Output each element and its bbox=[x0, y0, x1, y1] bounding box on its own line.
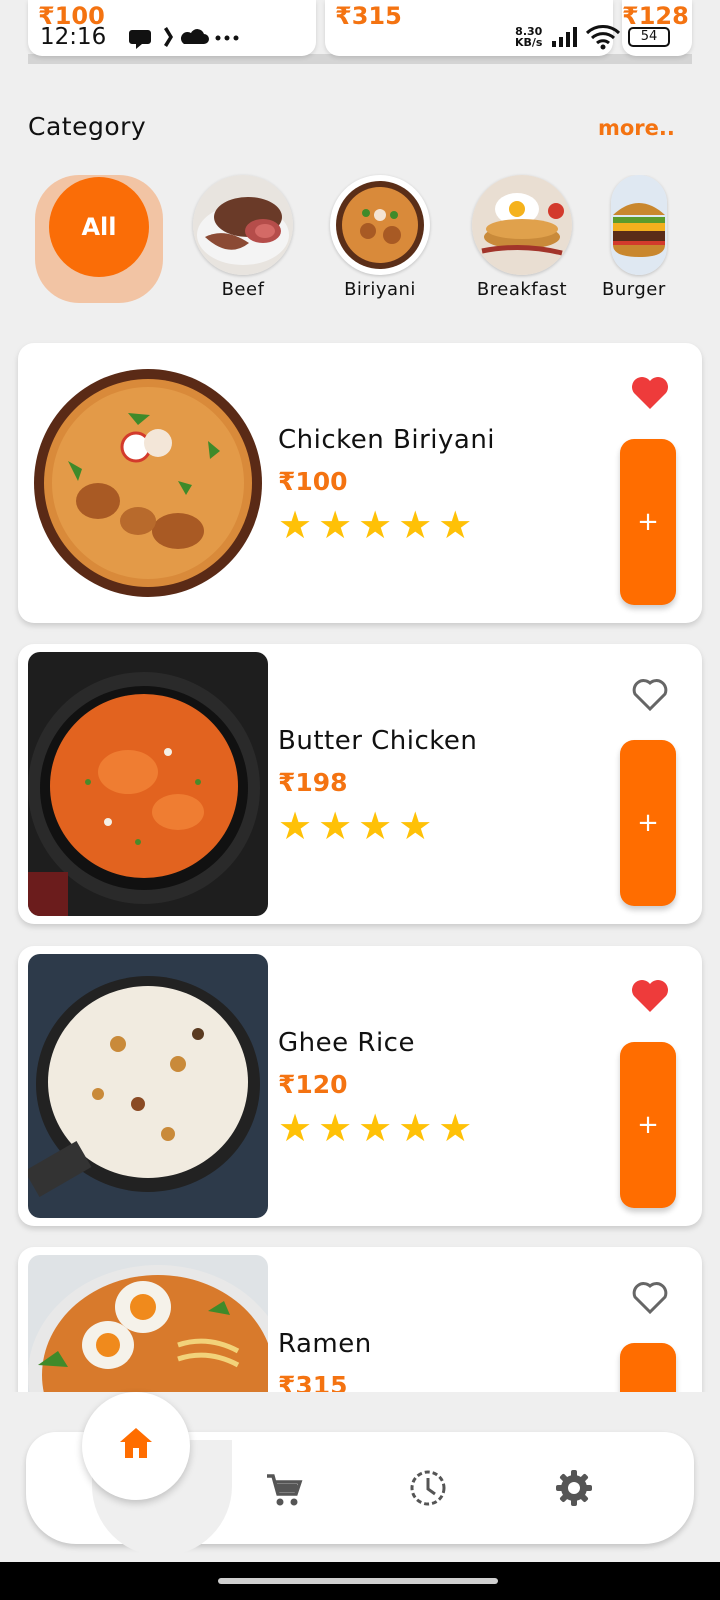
heart-filled-icon[interactable] bbox=[630, 375, 670, 411]
notification-icons bbox=[128, 26, 248, 55]
category-item-beef[interactable]: Beef bbox=[178, 175, 308, 300]
food-price: ₹198 bbox=[278, 768, 348, 797]
signal-icon bbox=[552, 27, 577, 47]
battery-icon: 54 bbox=[628, 27, 670, 47]
category-more-link[interactable]: more.. bbox=[598, 116, 675, 140]
burger-image bbox=[611, 175, 667, 275]
add-to-cart-button[interactable]: + bbox=[620, 439, 676, 605]
food-card[interactable]: Chicken Biriyani ₹100 ★★★★★ + bbox=[18, 343, 702, 623]
food-price: ₹315 bbox=[278, 1371, 348, 1393]
food-image bbox=[28, 954, 268, 1218]
settings-icon[interactable] bbox=[554, 1468, 594, 1508]
food-card[interactable]: Ramen ₹315 bbox=[18, 1247, 702, 1393]
food-image bbox=[28, 351, 268, 615]
breakfast-image bbox=[472, 175, 572, 275]
category-label: Breakfast bbox=[476, 279, 568, 300]
category-item-all[interactable]: All bbox=[49, 177, 149, 277]
system-gesture-bar bbox=[0, 1562, 720, 1600]
food-rating: ★★★★★ bbox=[278, 503, 479, 547]
add-to-cart-button[interactable]: + bbox=[620, 1042, 676, 1208]
food-name: Chicken Biriyani bbox=[278, 425, 496, 455]
home-icon bbox=[120, 1428, 152, 1458]
heart-filled-icon[interactable] bbox=[630, 978, 670, 1014]
food-card[interactable]: Ghee Rice ₹120 ★★★★★ + bbox=[18, 946, 702, 1226]
food-card[interactable]: Butter Chicken ₹198 ★★★★ + bbox=[18, 644, 702, 924]
notification-icon-set bbox=[129, 27, 239, 49]
food-name: Ramen bbox=[278, 1329, 372, 1359]
home-button[interactable] bbox=[82, 1392, 190, 1500]
food-rating: ★★★★★ bbox=[278, 1106, 479, 1150]
category-item-burger[interactable]: Burger bbox=[584, 175, 694, 300]
biriyani-image bbox=[330, 175, 430, 275]
food-name: Butter Chicken bbox=[278, 726, 478, 756]
food-price: ₹120 bbox=[278, 1070, 348, 1099]
heart-outline-icon[interactable] bbox=[630, 676, 670, 712]
food-name: Ghee Rice bbox=[278, 1028, 415, 1058]
food-image bbox=[28, 1255, 268, 1393]
food-image bbox=[28, 652, 268, 916]
add-to-cart-button[interactable]: + bbox=[620, 740, 676, 906]
status-time: 12:16 bbox=[40, 24, 107, 50]
wifi-icon bbox=[585, 25, 621, 50]
gesture-handle[interactable] bbox=[218, 1578, 498, 1584]
cart-icon[interactable] bbox=[264, 1470, 304, 1510]
heart-outline-icon[interactable] bbox=[630, 1279, 670, 1315]
net-speed: 8.30 KB/s bbox=[515, 26, 542, 48]
history-icon[interactable] bbox=[408, 1468, 448, 1508]
add-to-cart-button[interactable] bbox=[620, 1343, 676, 1393]
net-speed-unit: KB/s bbox=[515, 36, 543, 49]
category-label: Beef bbox=[221, 279, 265, 300]
food-price: ₹100 bbox=[278, 467, 348, 496]
category-list: All Beef Biriyani Breakfast Burger bbox=[0, 175, 720, 305]
category-item-breakfast[interactable]: Breakfast bbox=[457, 175, 587, 300]
category-item-biriyani[interactable]: Biriyani bbox=[315, 175, 445, 300]
category-label: Biriyani bbox=[344, 279, 416, 300]
bottom-nav-area bbox=[0, 1392, 720, 1562]
category-title: Category bbox=[28, 112, 147, 141]
status-bar: 12:16 8.30 KB/s 54 bbox=[40, 24, 700, 52]
category-label: Burger bbox=[602, 279, 666, 300]
food-rating: ★★★★ bbox=[278, 804, 439, 848]
beef-image bbox=[193, 175, 293, 275]
